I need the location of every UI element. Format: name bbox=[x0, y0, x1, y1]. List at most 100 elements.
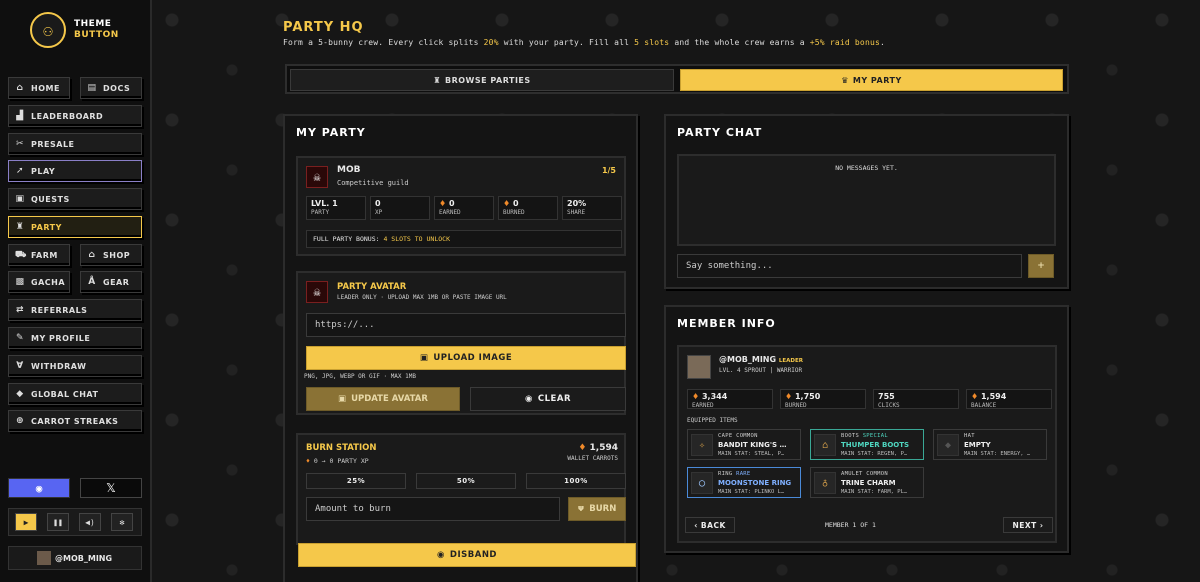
image-icon: ▣ bbox=[338, 394, 347, 404]
skull-icon: ☠ bbox=[313, 285, 321, 299]
nav-play[interactable]: ➚ PLAY bbox=[8, 160, 142, 182]
settings-button[interactable]: ✻ bbox=[111, 513, 133, 531]
party-icon: ♜ bbox=[433, 75, 441, 85]
logo-line1: THEME bbox=[74, 19, 112, 29]
quests-icon: ▣ bbox=[15, 194, 25, 204]
burn-100-button[interactable]: 100% bbox=[526, 473, 626, 489]
equipped-label: EQUIPPED ITEMS bbox=[687, 417, 738, 424]
nav-global-chat[interactable]: ◆ GLOBAL CHAT bbox=[8, 383, 142, 405]
main-content: PARTY HQ Form a 5-bunny crew. Every clic… bbox=[152, 0, 1200, 582]
sidebar: ⚇ THEME BUTTON ⌂ HOME ▤ DOCS ▟ LEADERBOARD … bbox=[0, 0, 152, 582]
item-hat[interactable]: ◆ HAT EMPTY MAIN STAT: ENERGY, … bbox=[933, 429, 1047, 460]
play-button[interactable]: ▶ bbox=[15, 513, 37, 531]
send-button[interactable]: + bbox=[1028, 254, 1054, 278]
discord-button[interactable]: ◉ bbox=[8, 478, 70, 498]
nav-presale[interactable]: ✂ PRESALE bbox=[8, 133, 142, 155]
avatar bbox=[37, 551, 51, 565]
member-handle: @MOB_MING LEADER bbox=[719, 355, 803, 364]
amulet-icon: ♁ bbox=[814, 472, 836, 494]
burn-station-card: BURN STATION ♦ 0 → 0 PARTY XP ♦ 1,594 WA… bbox=[296, 433, 626, 545]
play-icon: ▶ bbox=[23, 517, 29, 527]
send-icon: + bbox=[1037, 261, 1045, 271]
logo[interactable]: ⚇ THEME BUTTON bbox=[30, 12, 119, 48]
burn-25-button[interactable]: 25% bbox=[306, 473, 406, 489]
nav-profile[interactable]: ✎ MY PROFILE bbox=[8, 327, 142, 349]
tab-browse-parties[interactable]: ♜ BROWSE PARTIES bbox=[290, 69, 674, 91]
logo-line2: BUTTON bbox=[74, 30, 119, 40]
member-stat-balance: ♦ 1,594 BALANCE bbox=[966, 389, 1052, 409]
nav-referrals[interactable]: ⇄ REFERRALS bbox=[8, 299, 142, 321]
skull-icon: ☠ bbox=[313, 170, 321, 184]
tools-icon: ✂ bbox=[15, 139, 25, 149]
tractor-icon: ⛟ bbox=[15, 249, 27, 260]
pause-button[interactable]: ❚❚ bbox=[47, 513, 69, 531]
back-button[interactable]: ‹ BACK bbox=[685, 517, 735, 533]
burn-button[interactable]: ᴪ BURN bbox=[568, 497, 626, 521]
avatar-desc: LEADER ONLY · UPLOAD MAX 1MB OR PASTE IM… bbox=[337, 294, 507, 301]
link-icon: ⇄ bbox=[15, 305, 25, 315]
wallet-value: ♦ 1,594 bbox=[578, 443, 618, 453]
item-amulet[interactable]: ♁ AMULET COMMON TRINE CHARM MAIN STAT: F… bbox=[810, 467, 924, 498]
user-chip[interactable]: @MOB_MING bbox=[8, 546, 142, 570]
carrot-icon: ♦ bbox=[692, 392, 700, 401]
chat-input[interactable]: Say something... bbox=[677, 254, 1022, 278]
item-boots[interactable]: ⌂ BOOTS SPECIAL THUMPER BOOTS MAIN STAT:… bbox=[810, 429, 924, 460]
stat-level: LVL. 1 PARTY bbox=[306, 196, 366, 220]
nav-quests[interactable]: ▣ QUESTS bbox=[8, 188, 142, 210]
stat-burned: ♦ 0 BURNED bbox=[498, 196, 558, 220]
member-stat-burned: ♦ 1,750 BURNED bbox=[780, 389, 866, 409]
chat-empty: NO MESSAGES YET. bbox=[835, 164, 898, 172]
nav-carrot-streaks[interactable]: ⊕ CARROT STREAKS bbox=[8, 410, 142, 432]
burn-rate: ♦ 0 → 0 PARTY XP bbox=[306, 457, 369, 465]
gacha-icon: ▩ bbox=[15, 277, 25, 287]
update-avatar-button[interactable]: ▣ UPDATE AVATAR bbox=[306, 387, 460, 411]
carrot-icon: ♦ bbox=[306, 457, 310, 465]
carrot-icon: ♦ bbox=[971, 392, 979, 401]
burn-50-button[interactable]: 50% bbox=[416, 473, 516, 489]
avatar-url-input[interactable]: https://... bbox=[306, 313, 626, 337]
media-controls: ▶ ❚❚ ◀) ✻ bbox=[8, 508, 142, 536]
volume-button[interactable]: ◀) bbox=[79, 513, 101, 531]
x-icon: 𝕏 bbox=[106, 481, 116, 495]
nav-shop[interactable]: ⌂ SHOP bbox=[80, 244, 142, 266]
gear-icon: ✻ bbox=[119, 517, 125, 527]
chat-messages: NO MESSAGES YET. bbox=[677, 154, 1056, 246]
x-button[interactable]: 𝕏 bbox=[80, 478, 142, 498]
nav-leaderboard[interactable]: ▟ LEADERBOARD bbox=[8, 105, 142, 127]
party-desc: Competitive guild bbox=[337, 179, 409, 187]
carrot-icon: ♦ bbox=[439, 199, 447, 208]
nav-withdraw[interactable]: ∀ WITHDRAW bbox=[8, 355, 142, 377]
party-icon: ♜ bbox=[15, 222, 25, 232]
item-ring[interactable]: ◯ RING RARE MOONSTONE RING MAIN STAT: PL… bbox=[687, 467, 801, 498]
member-avatar bbox=[687, 355, 711, 379]
ring-icon: ◯ bbox=[691, 472, 713, 494]
tab-my-party[interactable]: ♛ MY PARTY bbox=[680, 69, 1063, 91]
bunny-logo-icon: ⚇ bbox=[30, 12, 66, 48]
chat-icon: ◆ bbox=[16, 389, 24, 399]
nav-home[interactable]: ⌂ HOME bbox=[8, 77, 70, 99]
upload-image-button[interactable]: ▣ UPLOAD IMAGE bbox=[306, 346, 626, 370]
party-name: MOB bbox=[337, 165, 361, 175]
member-stat-clicks: 755 CLICKS bbox=[873, 389, 959, 409]
clear-button[interactable]: ◉ CLEAR bbox=[470, 387, 626, 411]
my-party-title: MY PARTY bbox=[296, 126, 366, 139]
item-cape[interactable]: ✧ CAPE COMMON BANDIT KING'S … MAIN STAT:… bbox=[687, 429, 801, 460]
next-button[interactable]: NEXT › bbox=[1003, 517, 1053, 533]
disband-button[interactable]: ◉ DISBAND bbox=[298, 543, 636, 567]
nav-docs[interactable]: ▤ DOCS bbox=[80, 77, 142, 99]
nav-party[interactable]: ♜ PARTY bbox=[8, 216, 142, 238]
member-card: @MOB_MING LEADER LVL. 4 SPROUT | WARRIOR… bbox=[677, 345, 1057, 543]
member-page: MEMBER 1 OF 1 bbox=[825, 521, 876, 529]
burn-amount-input[interactable]: Amount to burn bbox=[306, 497, 560, 521]
nav-farm[interactable]: ⛟ FARM bbox=[8, 244, 70, 266]
user-name: @MOB_MING bbox=[55, 553, 113, 563]
stat-earned: ♦ 0 EARNED bbox=[434, 196, 494, 220]
member-info-title: MEMBER INFO bbox=[677, 317, 776, 330]
home-icon: ⌂ bbox=[16, 83, 24, 93]
docs-icon: ▤ bbox=[87, 83, 97, 93]
member-info-panel: MEMBER INFO @MOB_MING LEADER LVL. 4 SPRO… bbox=[664, 305, 1069, 553]
nav-gacha[interactable]: ▩ GACHA bbox=[8, 271, 70, 293]
nav-gear[interactable]: Å GEAR bbox=[80, 271, 142, 293]
disband-icon: ◉ bbox=[437, 550, 445, 560]
party-chat-title: PARTY CHAT bbox=[677, 126, 763, 139]
